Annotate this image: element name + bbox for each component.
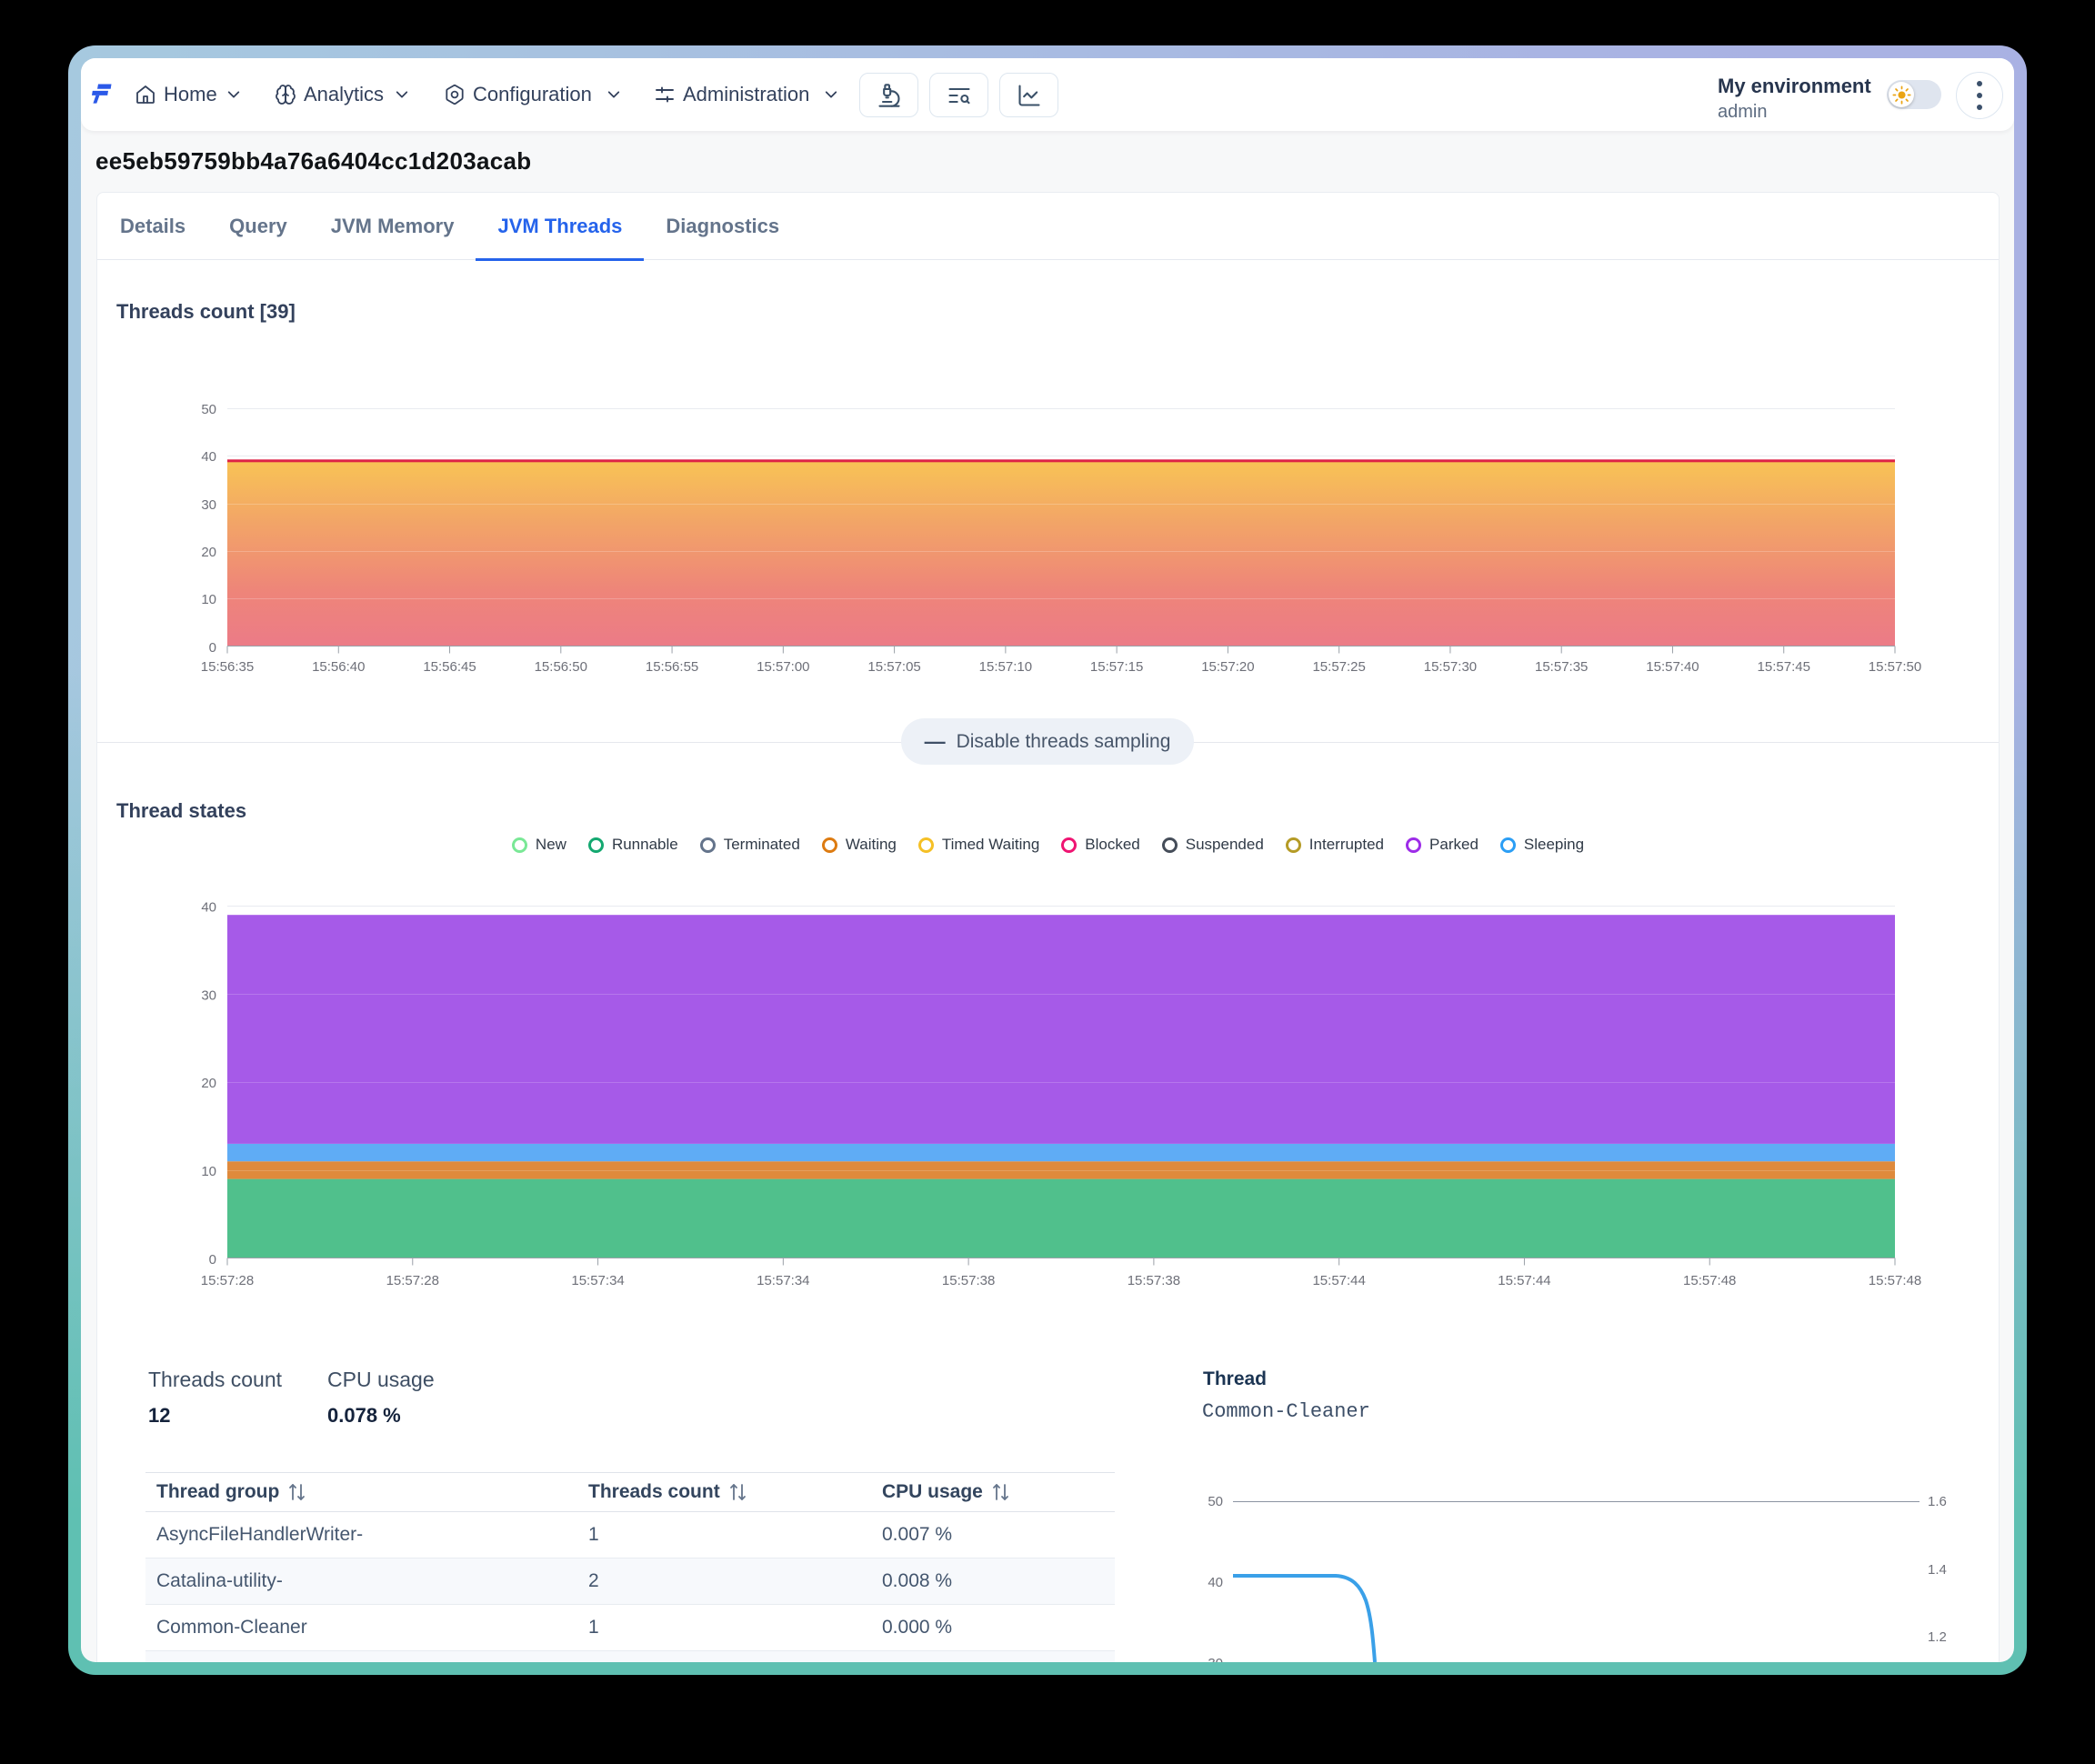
svg-text:15:57:48: 15:57:48 — [1683, 1273, 1736, 1288]
svg-text:15:57:45: 15:57:45 — [1758, 659, 1810, 675]
svg-text:50: 50 — [1208, 1494, 1223, 1509]
svg-text:40: 40 — [201, 900, 216, 916]
svg-text:20: 20 — [201, 1076, 216, 1091]
svg-text:10: 10 — [201, 592, 216, 607]
svg-text:15:57:28: 15:57:28 — [386, 1273, 439, 1288]
svg-text:15:56:35: 15:56:35 — [201, 659, 254, 675]
svg-text:15:57:30: 15:57:30 — [1424, 659, 1477, 675]
svg-text:15:57:15: 15:57:15 — [1090, 659, 1143, 675]
svg-text:0: 0 — [209, 640, 216, 656]
svg-text:15:57:38: 15:57:38 — [942, 1273, 995, 1288]
svg-text:30: 30 — [201, 987, 216, 1003]
svg-text:15:56:55: 15:56:55 — [646, 659, 698, 675]
svg-text:15:57:40: 15:57:40 — [1646, 659, 1699, 675]
svg-text:15:57:34: 15:57:34 — [571, 1273, 624, 1288]
svg-text:15:56:45: 15:56:45 — [423, 659, 476, 675]
svg-text:15:57:10: 15:57:10 — [979, 659, 1032, 675]
svg-text:15:57:00: 15:57:00 — [757, 659, 809, 675]
svg-text:30: 30 — [1208, 1656, 1223, 1662]
svg-text:15:56:40: 15:56:40 — [312, 659, 365, 675]
svg-text:15:57:50: 15:57:50 — [1869, 659, 1921, 675]
svg-text:15:56:50: 15:56:50 — [535, 659, 587, 675]
svg-text:15:57:28: 15:57:28 — [201, 1273, 254, 1288]
svg-text:15:57:34: 15:57:34 — [757, 1273, 809, 1288]
svg-text:15:57:25: 15:57:25 — [1312, 659, 1365, 675]
svg-text:1.2: 1.2 — [1928, 1629, 1947, 1645]
svg-text:1.4: 1.4 — [1928, 1562, 1947, 1578]
svg-text:15:57:48: 15:57:48 — [1869, 1273, 1921, 1288]
svg-text:15:57:44: 15:57:44 — [1312, 1273, 1365, 1288]
svg-text:1.6: 1.6 — [1928, 1494, 1947, 1509]
svg-text:15:57:20: 15:57:20 — [1201, 659, 1254, 675]
svg-text:30: 30 — [201, 497, 216, 513]
svg-text:10: 10 — [201, 1164, 216, 1179]
svg-text:15:57:44: 15:57:44 — [1498, 1273, 1550, 1288]
svg-text:50: 50 — [201, 402, 216, 417]
svg-text:20: 20 — [201, 545, 216, 560]
svg-text:40: 40 — [201, 449, 216, 465]
svg-text:40: 40 — [1208, 1575, 1223, 1590]
svg-text:15:57:05: 15:57:05 — [867, 659, 920, 675]
svg-text:0: 0 — [209, 1252, 216, 1268]
svg-text:15:57:35: 15:57:35 — [1535, 659, 1588, 675]
svg-text:15:57:38: 15:57:38 — [1128, 1273, 1180, 1288]
